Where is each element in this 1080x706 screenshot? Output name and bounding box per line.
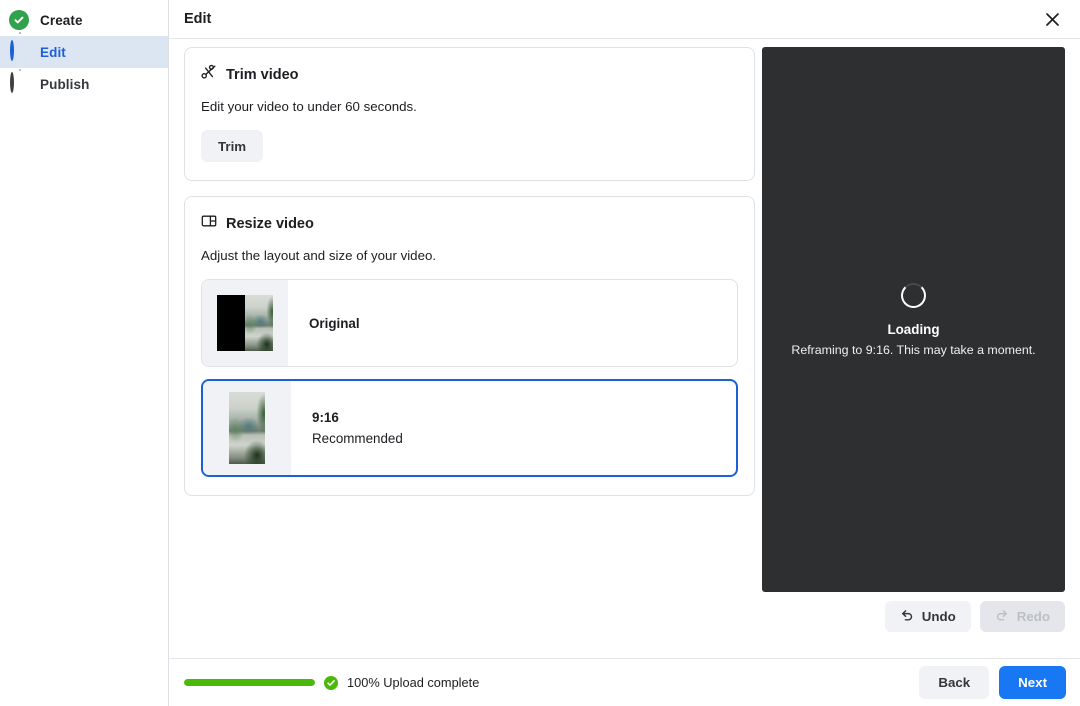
steps-sidebar: Create Edit Publish xyxy=(0,0,169,706)
resize-card-description: Adjust the layout and size of your video… xyxy=(201,248,738,263)
resize-card-title: Resize video xyxy=(226,216,314,232)
circle-outline-icon xyxy=(9,74,29,94)
undo-label: Undo xyxy=(922,609,956,624)
edit-options-column: Trim video Edit your video to under 60 s… xyxy=(184,47,755,511)
upload-progress-group: 100% Upload complete xyxy=(184,675,479,690)
dialog-titlebar: Edit xyxy=(169,0,1080,39)
next-button[interactable]: Next xyxy=(999,666,1066,699)
trim-video-card: Trim video Edit your video to under 60 s… xyxy=(184,47,755,181)
main-pane: Edit xyxy=(169,0,1080,706)
page-title: Edit xyxy=(184,11,211,27)
resize-video-card: Resize video Adjust the layout and size … xyxy=(184,196,755,496)
trim-button[interactable]: Trim xyxy=(201,130,263,162)
redo-label: Redo xyxy=(1017,609,1050,624)
upload-status-text: 100% Upload complete xyxy=(347,675,479,690)
resize-option-subtitle: Recommended xyxy=(312,431,403,446)
resize-card-header: Resize video xyxy=(201,213,738,234)
resize-option-name: Original xyxy=(309,316,360,331)
scissors-icon xyxy=(201,64,217,85)
original-thumbnail xyxy=(202,280,288,366)
footer-actions: Back Next xyxy=(919,666,1066,699)
circle-outline-icon xyxy=(9,42,29,62)
check-circle-icon xyxy=(324,676,338,690)
nine-sixteen-thumbnail xyxy=(203,381,291,475)
sidebar-step-label: Edit xyxy=(40,45,66,60)
history-controls: Undo Redo xyxy=(762,601,1065,632)
upload-progress-bar xyxy=(184,679,315,686)
sidebar-step-publish[interactable]: Publish xyxy=(0,68,168,100)
sidebar-step-label: Publish xyxy=(40,77,89,92)
loading-title: Loading xyxy=(887,322,939,337)
loading-spinner-icon xyxy=(901,283,926,308)
resize-option-nine-sixteen[interactable]: 9:16 Recommended xyxy=(201,379,738,477)
undo-button[interactable]: Undo xyxy=(885,601,971,632)
trim-card-description: Edit your video to under 60 seconds. xyxy=(201,99,738,114)
redo-arrow-icon xyxy=(995,608,1009,625)
resize-option-original[interactable]: Original xyxy=(201,279,738,367)
dialog-footer: 100% Upload complete Back Next xyxy=(169,658,1080,706)
redo-button[interactable]: Redo xyxy=(980,601,1065,632)
resize-layout-icon xyxy=(201,213,217,234)
close-icon[interactable] xyxy=(1038,5,1066,33)
resize-option-name: 9:16 xyxy=(312,410,403,425)
back-button[interactable]: Back xyxy=(919,666,989,699)
video-preview-panel: Loading Reframing to 9:16. This may take… xyxy=(762,47,1065,592)
trim-card-title: Trim video xyxy=(226,67,299,83)
editor-dialog: Create Edit Publish Edit xyxy=(0,0,1080,706)
dialog-body: Trim video Edit your video to under 60 s… xyxy=(169,39,1080,658)
check-circle-icon xyxy=(9,10,29,30)
loading-subtitle: Reframing to 9:16. This may take a momen… xyxy=(791,343,1035,357)
trim-card-header: Trim video xyxy=(201,64,738,85)
sidebar-step-edit[interactable]: Edit xyxy=(0,36,168,68)
resize-option-text: Original xyxy=(288,280,360,366)
sidebar-step-label: Create xyxy=(40,13,83,28)
undo-arrow-icon xyxy=(900,608,914,625)
sidebar-step-create[interactable]: Create xyxy=(0,4,168,36)
resize-option-text: 9:16 Recommended xyxy=(291,381,403,475)
upload-progress-fill xyxy=(184,679,315,686)
